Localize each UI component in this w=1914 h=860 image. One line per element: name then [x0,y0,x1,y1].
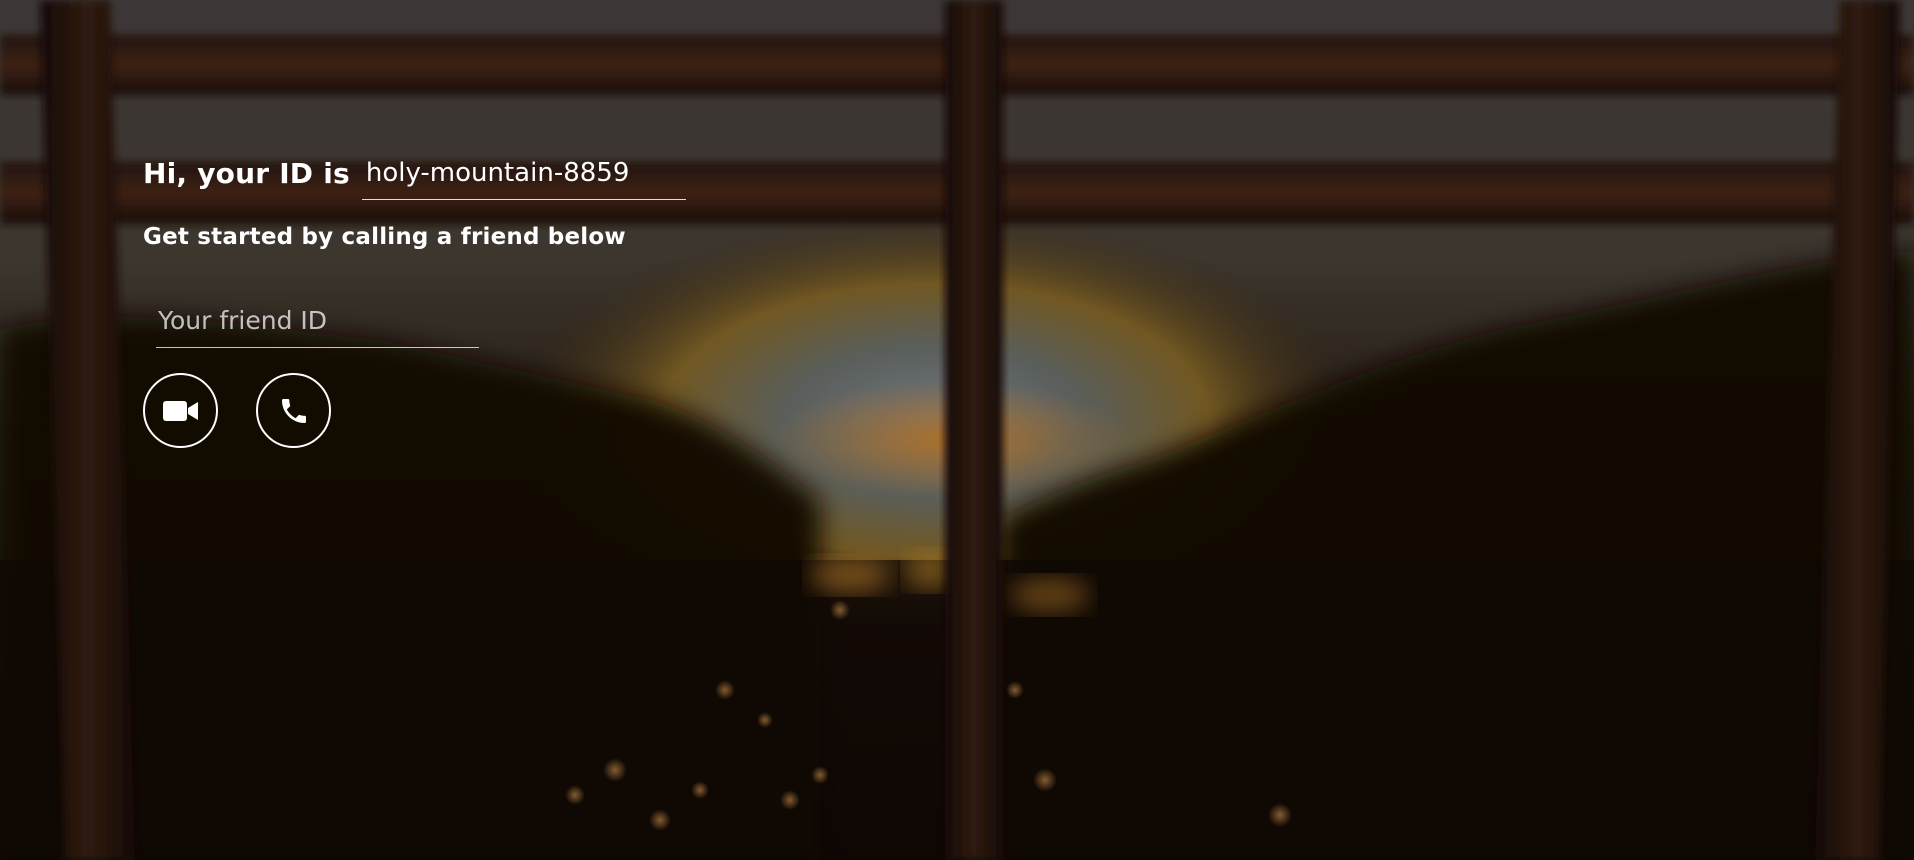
video-camera-icon [162,399,199,423]
video-call-button[interactable] [143,373,218,448]
greeting-text: Hi, your ID is [143,157,350,190]
user-id-field[interactable] [361,154,686,200]
phone-icon [278,395,310,427]
audio-call-button[interactable] [256,373,331,448]
main-panel: Hi, your ID is Get started by calling a … [143,148,686,448]
friend-id-input[interactable] [156,300,479,348]
call-actions [143,373,686,448]
subtitle-text: Get started by calling a friend below [143,224,626,250]
id-row: Hi, your ID is [143,148,686,200]
